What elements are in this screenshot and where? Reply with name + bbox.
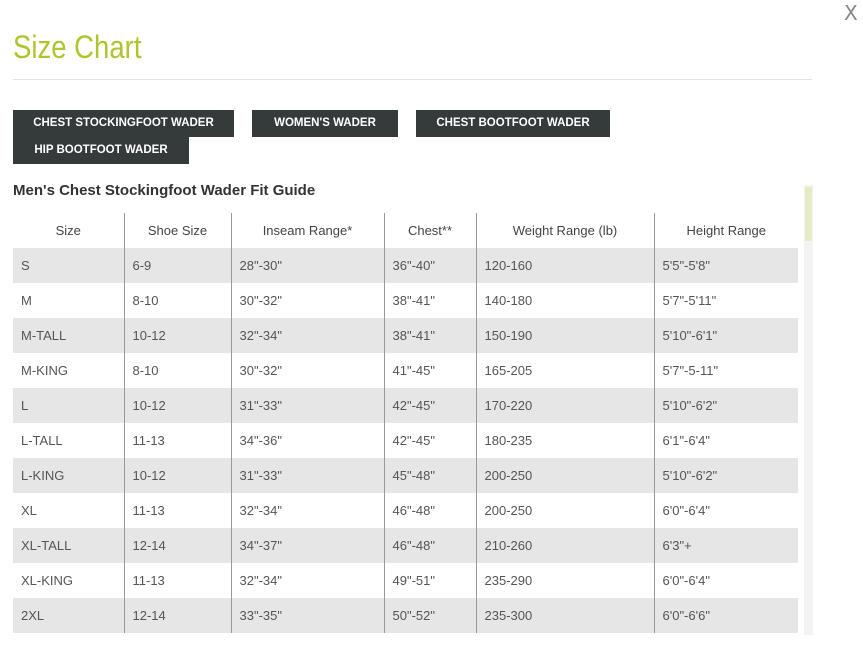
column-header: Size [13,213,124,248]
table-cell: 235-290 [475,563,654,598]
table-cell: 10-12 [123,388,231,423]
table-cell: 32"-34" [230,318,384,353]
table-cell: 170-220 [475,388,654,423]
table-row: M-TALL 10-12 32"-34" 38"-41" 150-190 5'10"-6'… [13,318,798,353]
table-row: XL 11-13 32"-34" 46"-48" 200-250 6'0"-6'4" [13,493,798,528]
table-cell: 5'10"-6'2" [653,458,798,493]
table-cell: 5'7"-5-11" [653,353,798,388]
table-cell: 10-12 [123,458,231,493]
table-cell: 140-180 [475,283,654,318]
table-cell: 11-13 [123,493,231,528]
table-cell: 5'10"-6'1" [653,318,798,353]
table-cell: 150-190 [475,318,654,353]
tab-chest-stockingfoot-wader[interactable]: CHEST STOCKINGFOOT WADER [13,110,234,137]
table-cell: M-KING [13,353,124,388]
column-header: Weight Range (lb) [475,213,654,248]
table-cell: L-KING [13,458,124,493]
table-row: L 10-12 31"-33" 42"-45" 170-220 5'10"-6'2" [13,388,798,423]
table-cell: 200-250 [475,493,654,528]
table-cell: 41"-45" [383,353,476,388]
table-row: L-TALL 11-13 34"-36" 42"-45" 180-235 6'1"-6'4… [13,423,798,458]
table-cell: M [13,283,124,318]
table-cell: 6'0"-6'4" [653,563,798,598]
table-cell: 8-10 [123,283,231,318]
tab-hip-bootfoot-wader[interactable]: HIP BOOTFOOT WADER [13,137,189,164]
table-cell: 5'5"-5'8" [653,248,798,283]
table-cell: 11-13 [123,563,231,598]
size-table-container: Size Shoe Size Inseam Range* Chest** Weight … [13,213,798,633]
table-cell: 38"-41" [383,318,476,353]
table-cell: 120-160 [475,248,654,283]
table-cell: S [13,248,124,283]
table-cell: 31"-33" [230,458,384,493]
table-body: S 6-9 28"-30" 36"-40" 120-160 5'5"-5'8" M 8-10 3… [13,248,798,633]
table-cell: 42"-45" [383,388,476,423]
table-cell: L [13,388,124,423]
table-cell: 30"-32" [230,283,384,318]
table-cell: 38"-41" [383,283,476,318]
close-button[interactable]: X [844,2,858,24]
table-cell: 6-9 [123,248,231,283]
table-cell: 210-260 [475,528,654,563]
table-cell: 235-300 [475,598,654,633]
table-cell: 46"-48" [383,493,476,528]
table-cell: 10-12 [123,318,231,353]
column-header: Chest** [383,213,476,248]
table-cell: 2XL [13,598,124,633]
table-cell: 6'3"+ [653,528,798,563]
table-row: M-KING 8-10 30"-32" 41"-45" 165-205 5'7"-5-11… [13,353,798,388]
table-cell: 11-13 [123,423,231,458]
table-cell: 34"-37" [230,528,384,563]
table-cell: L-TALL [13,423,124,458]
table-header-row: Size Shoe Size Inseam Range* Chest** Weight … [13,213,798,248]
scrollbar-thumb[interactable] [805,187,812,241]
page-title: Size Chart [13,29,142,65]
table-cell: 34"-36" [230,423,384,458]
table-cell: XL [13,493,124,528]
column-header: Shoe Size [123,213,231,248]
fit-guide-heading: Men's Chest Stockingfoot Wader Fit Guide [13,182,316,199]
table-cell: 45"-48" [383,458,476,493]
table-cell: 5'10"-6'2" [653,388,798,423]
table-cell: 30"-32" [230,353,384,388]
size-table: Size Shoe Size Inseam Range* Chest** Weight … [13,213,798,633]
table-cell: 12-14 [123,598,231,633]
table-cell: 6'0"-6'4" [653,493,798,528]
table-cell: 28"-30" [230,248,384,283]
scrollbar-track[interactable] [804,185,813,635]
table-cell: 31"-33" [230,388,384,423]
table-row: M 8-10 30"-32" 38"-41" 140-180 5'7"-5'11" [13,283,798,318]
table-cell: 12-14 [123,528,231,563]
column-header: Height Range [653,213,798,248]
table-cell: 8-10 [123,353,231,388]
table-row: 2XL 12-14 33"-35" 50"-52" 235-300 6'0"-6'6" [13,598,798,633]
title-divider [13,79,812,80]
table-cell: 36"-40" [383,248,476,283]
column-header: Inseam Range* [230,213,384,248]
table-row: XL-TALL 12-14 34"-37" 46"-48" 210-260 6'3"+ [13,528,798,563]
table-cell: 32"-34" [230,563,384,598]
table-cell: 46"-48" [383,528,476,563]
table-cell: 5'7"-5'11" [653,283,798,318]
table-row: S 6-9 28"-30" 36"-40" 120-160 5'5"-5'8" [13,248,798,283]
tab-womens-wader[interactable]: WOMEN'S WADER [252,110,398,137]
table-cell: 32"-34" [230,493,384,528]
table-cell: 180-235 [475,423,654,458]
table-cell: 33"-35" [230,598,384,633]
table-cell: XL-KING [13,563,124,598]
table-cell: 165-205 [475,353,654,388]
table-cell: XL-TALL [13,528,124,563]
table-cell: 6'1"-6'4" [653,423,798,458]
table-cell: 50"-52" [383,598,476,633]
table-cell: 42"-45" [383,423,476,458]
tab-chest-bootfoot-wader[interactable]: CHEST BOOTFOOT WADER [416,110,610,137]
table-cell: 49"-51" [383,563,476,598]
table-row: XL-KING 11-13 32"-34" 49"-51" 235-290 6'0"-6'… [13,563,798,598]
table-cell: 200-250 [475,458,654,493]
table-row: L-KING 10-12 31"-33" 45"-48" 200-250 5'10"-6'… [13,458,798,493]
table-cell: M-TALL [13,318,124,353]
table-cell: 6'0"-6'6" [653,598,798,633]
